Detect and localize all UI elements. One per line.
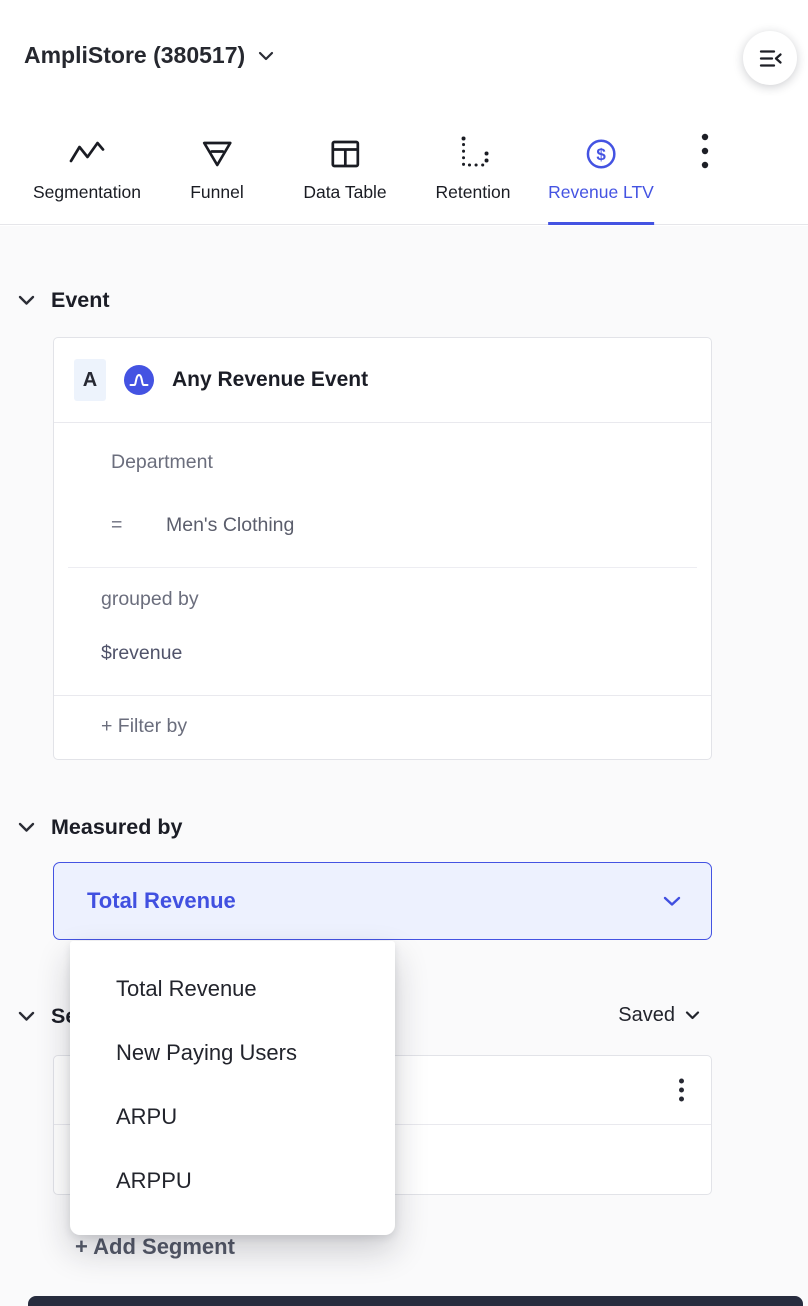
revenue-ltv-builder-panel: AmpliStore (380517) Segmentation [0, 0, 808, 1306]
measured-by-dropdown-menu: Total Revenue New Paying Users ARPU ARPP… [70, 941, 395, 1235]
dot [679, 1079, 684, 1084]
where-operator: = [111, 514, 166, 537]
dot [679, 1097, 684, 1102]
tab-label: Funnel [190, 182, 244, 203]
retention-chart-icon [453, 131, 493, 177]
funnel-icon [197, 131, 237, 177]
more-chart-types-button[interactable] [701, 133, 709, 174]
tab-label: Revenue LTV [548, 182, 654, 203]
where-property[interactable]: Department [111, 451, 691, 474]
event-name: Any Revenue Event [172, 368, 368, 392]
grouped-by-label: grouped by [101, 588, 691, 611]
measured-by-selected-value: Total Revenue [87, 888, 236, 914]
add-segment-button[interactable]: + Add Segment [75, 1234, 235, 1260]
amplitude-logo-icon [124, 365, 154, 395]
measured-by-section-title: Measured by [51, 815, 182, 840]
dollar-circle-icon: $ [581, 131, 621, 177]
tab-label: Retention [436, 182, 511, 203]
collapse-panel-button[interactable] [743, 31, 797, 85]
tab-funnel[interactable]: Funnel [190, 131, 244, 225]
grouped-by-value[interactable]: $revenue [101, 642, 691, 665]
where-value: Men's Clothing [166, 514, 294, 537]
add-filter-button[interactable]: + Filter by [54, 695, 711, 759]
chevron-down-icon [258, 51, 274, 61]
menu-item-total-revenue[interactable]: Total Revenue [70, 957, 395, 1021]
tab-label: Data Table [303, 182, 386, 203]
menu-item-new-paying-users[interactable]: New Paying Users [70, 1021, 395, 1085]
grouped-by-clause: grouped by $revenue [54, 568, 711, 695]
chevron-down-icon[interactable] [18, 822, 35, 833]
menu-item-arpu[interactable]: ARPU [70, 1085, 395, 1149]
tab-revenue-ltv[interactable]: $ Revenue LTV [548, 131, 654, 225]
chart-panel-edge [28, 1296, 803, 1306]
event-letter-badge: A [74, 359, 106, 401]
saved-segments-dropdown[interactable]: Saved [618, 1004, 700, 1027]
tab-data-table[interactable]: Data Table [303, 131, 386, 225]
event-selector-row[interactable]: A Any Revenue Event [54, 338, 711, 423]
menu-item-arppu[interactable]: ARPPU [70, 1149, 395, 1213]
chart-type-tabs: Segmentation Funnel Data Table [0, 96, 808, 225]
event-card: A Any Revenue Event Department = Men's C… [53, 337, 712, 760]
tab-label: Segmentation [33, 182, 141, 203]
vertical-ellipsis-icon [701, 133, 709, 169]
saved-label: Saved [618, 1004, 675, 1027]
chevron-down-icon [663, 896, 681, 907]
dot [679, 1088, 684, 1093]
event-section-title: Event [51, 288, 110, 313]
where-condition-row[interactable]: = Men's Clothing [111, 514, 691, 537]
measured-by-select[interactable]: Total Revenue [53, 862, 712, 940]
svg-text:$: $ [596, 145, 606, 164]
table-icon [325, 131, 365, 177]
project-name: AmpliStore (380517) [24, 42, 245, 69]
measured-by-section-header: Measured by [18, 815, 182, 840]
line-chart-icon [67, 131, 107, 177]
chevron-down-icon[interactable] [18, 295, 35, 306]
event-where-clause: Department = Men's Clothing [54, 423, 711, 567]
collapse-menu-icon [757, 45, 784, 72]
project-picker[interactable]: AmpliStore (380517) [24, 42, 274, 69]
tab-retention[interactable]: Retention [436, 131, 511, 225]
chevron-down-icon [685, 1011, 700, 1020]
event-section-header: Event [18, 288, 110, 313]
chevron-down-icon[interactable] [18, 1011, 35, 1022]
segment-options-button[interactable] [679, 1079, 684, 1102]
tab-segmentation[interactable]: Segmentation [33, 131, 141, 225]
